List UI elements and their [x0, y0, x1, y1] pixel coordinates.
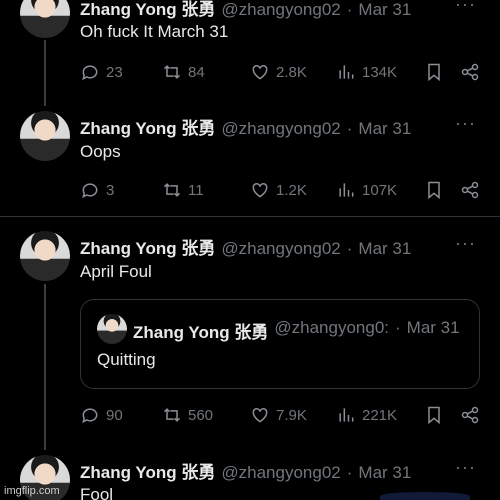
share-icon: [461, 406, 479, 424]
watermark: imgflip.com: [4, 485, 60, 497]
reply-icon: [82, 408, 98, 424]
author-handle[interactable]: @zhangyong02: [221, 463, 340, 483]
like-count: 1.2K: [276, 181, 307, 199]
separator: ·: [346, 239, 353, 258]
quoted-tweet[interactable]: Zhang Yong 张勇 @zhangyong0: · Mar 31 Quit…: [80, 299, 480, 389]
thread-line: [44, 284, 46, 450]
tweet-header: Zhang Yong 张勇 @zhangyong02 · Mar 31: [80, 234, 411, 259]
tweet-actions: 23 84 2.8K 134K: [80, 62, 480, 82]
timestamp[interactable]: Mar 31: [358, 239, 411, 259]
author-handle[interactable]: @zhangyong02: [221, 239, 340, 259]
views-icon: [339, 408, 354, 422]
author-name[interactable]: Zhang Yong 张勇: [80, 458, 215, 483]
author-handle[interactable]: @zhangyong02: [221, 0, 340, 20]
bookmark-icon: [428, 63, 440, 82]
timestamp[interactable]: Mar 31: [358, 0, 411, 20]
views-button[interactable]: 221K: [336, 405, 424, 425]
quoted-avatar: [97, 314, 127, 344]
tweet-text: Oops: [80, 142, 121, 161]
more-icon[interactable]: ···: [455, 457, 476, 478]
tweet-text: Fool: [80, 485, 114, 500]
retweet-button[interactable]: 84: [162, 62, 250, 82]
views-icon: [339, 183, 354, 197]
avatar[interactable]: [20, 0, 70, 38]
more-icon[interactable]: ···: [455, 0, 476, 15]
author-name[interactable]: Zhang Yong 张勇: [80, 114, 215, 139]
quoted-timestamp: Mar 31: [406, 318, 460, 337]
views-count: 134K: [362, 63, 398, 81]
author-name[interactable]: Zhang Yong 张勇: [80, 234, 215, 259]
timestamp[interactable]: Mar 31: [358, 119, 411, 139]
retweet-icon: [163, 183, 181, 197]
like-count: 2.8K: [276, 63, 307, 81]
tweet-text: Oh fuck It March 31: [80, 22, 229, 41]
share-icon: [461, 63, 479, 81]
scroll-indicator: [380, 492, 470, 500]
timestamp[interactable]: Mar 31: [358, 463, 411, 483]
bookmark-button[interactable]: [424, 180, 460, 200]
quoted-text: Quitting: [97, 350, 156, 369]
separator: ·: [346, 463, 353, 482]
reply-icon: [82, 65, 98, 81]
bookmark-icon: [428, 181, 440, 200]
retweet-count: 11: [188, 181, 204, 199]
author-handle[interactable]: @zhangyong02: [221, 119, 340, 139]
share-icon: [461, 181, 479, 199]
like-icon: [252, 182, 268, 198]
reply-icon: [82, 183, 98, 199]
bookmark-button[interactable]: [424, 405, 460, 425]
views-count: 221K: [362, 406, 398, 424]
reply-count: 23: [106, 63, 123, 81]
share-button[interactable]: [460, 405, 480, 425]
reply-button[interactable]: 90: [80, 405, 162, 425]
tweet-header: Zhang Yong 张勇 @zhangyong02 · Mar 31: [80, 0, 411, 20]
quoted-author-name: Zhang Yong 张勇: [133, 323, 269, 342]
divider: [0, 216, 500, 217]
thread-line: [44, 40, 46, 106]
avatar[interactable]: [20, 111, 70, 161]
author-name[interactable]: Zhang Yong 张勇: [80, 0, 215, 20]
separator: ·: [346, 0, 353, 19]
reply-button[interactable]: 3: [80, 180, 162, 200]
avatar[interactable]: [20, 231, 70, 281]
tweet-actions: 3 11 1.2K 107K: [80, 180, 480, 200]
more-icon[interactable]: ···: [455, 233, 476, 254]
bookmark-icon: [428, 406, 440, 425]
bookmark-button[interactable]: [424, 62, 460, 82]
share-button[interactable]: [460, 62, 480, 82]
views-icon: [339, 65, 354, 79]
quoted-author-handle: @zhangyong0:: [274, 318, 389, 337]
reply-count: 3: [106, 181, 115, 199]
tweet-header: Zhang Yong 张勇 @zhangyong02 · Mar 31: [80, 458, 411, 483]
like-button[interactable]: 7.9K: [250, 405, 336, 425]
views-count: 107K: [362, 181, 398, 199]
separator: ·: [395, 318, 401, 337]
reply-count: 90: [106, 406, 123, 424]
retweet-button[interactable]: 11: [162, 180, 250, 200]
like-icon: [252, 407, 268, 423]
like-button[interactable]: 2.8K: [250, 62, 336, 82]
tweet-header: Zhang Yong 张勇 @zhangyong02 · Mar 31: [80, 114, 411, 139]
retweet-icon: [163, 65, 181, 79]
retweet-button[interactable]: 560: [162, 405, 250, 425]
retweet-count: 84: [188, 63, 205, 81]
views-button[interactable]: 134K: [336, 62, 424, 82]
more-icon[interactable]: ···: [455, 113, 476, 134]
share-button[interactable]: [460, 180, 480, 200]
retweet-count: 560: [188, 406, 214, 424]
tweet-actions: 90 560 7.9K 221K: [80, 405, 480, 425]
like-count: 7.9K: [276, 406, 307, 424]
like-button[interactable]: 1.2K: [250, 180, 336, 200]
tweet-text: April Foul: [80, 262, 152, 281]
separator: ·: [346, 119, 353, 138]
views-button[interactable]: 107K: [336, 180, 424, 200]
retweet-icon: [163, 408, 181, 422]
quoted-header: Zhang Yong 张勇 @zhangyong0: · Mar 31: [133, 318, 460, 343]
like-icon: [252, 64, 268, 80]
reply-button[interactable]: 23: [80, 62, 162, 82]
